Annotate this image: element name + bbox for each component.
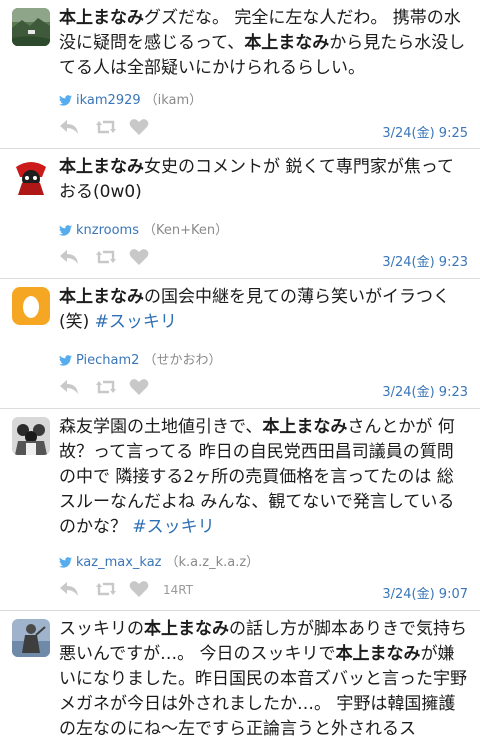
favorite-heart-icon[interactable] (129, 580, 149, 598)
tweet-feed: 本上まなみグズだな。 完全に左な人だわ。 携帯の水没に疑問を感じるって、本上まな… (0, 0, 480, 739)
highlighted-keyword: 本上まなみ (144, 619, 229, 639)
user-avatar[interactable] (12, 619, 50, 657)
twitter-bird-icon (59, 355, 72, 366)
highlighted-keyword: 本上まなみ (335, 644, 421, 664)
user-display-name: （ikam） (144, 93, 203, 108)
tweet-timestamp[interactable]: 3/24(金) 9:23 (382, 381, 468, 400)
retweet-icon[interactable] (95, 118, 117, 136)
twitter-bird-icon (59, 95, 72, 106)
tweet-text-fragment: スッキリの (59, 619, 144, 639)
reply-icon[interactable] (59, 248, 79, 266)
highlighted-keyword: 本上まなみ (59, 157, 144, 177)
tweet-item[interactable]: スッキリの本上まなみの話し方が脚本ありきで気持ち悪いんですが…。 今日のスッキリ… (0, 611, 480, 739)
tweet-text-fragment: 森友学園の土地値引きで、 (59, 417, 263, 437)
favorite-heart-icon[interactable] (129, 248, 149, 266)
tweet-item[interactable]: 本上まなみグズだな。 完全に左な人だわ。 携帯の水没に疑問を感じるって、本上まな… (0, 0, 480, 149)
egg-avatar-icon (12, 287, 50, 325)
user-handle[interactable]: ikam2929 (76, 93, 141, 108)
reply-icon[interactable] (59, 378, 79, 396)
tweet-text: 本上まなみグズだな。 完全に左な人だわ。 携帯の水没に疑問を感じるって、本上まな… (59, 6, 470, 81)
user-display-name: （Ken+Ken） (143, 223, 229, 238)
user-avatar[interactable] (12, 8, 50, 46)
landscape-avatar-icon (12, 8, 50, 46)
user-avatar[interactable] (12, 417, 50, 455)
tweet-text: 森友学園の土地値引きで、本上まなみさんとかが 何故？って言ってる 昨日の自民党西… (59, 415, 470, 540)
group-avatar-icon (12, 417, 50, 455)
user-display-name: （k.a.z_k.a.z） (165, 555, 260, 570)
tweet-timestamp[interactable]: 3/24(金) 9:23 (382, 251, 468, 270)
reply-icon[interactable] (59, 118, 79, 136)
tweet-user[interactable]: Piecham2 （せかおわ） (59, 352, 221, 370)
statue-avatar-icon (12, 619, 50, 657)
retweet-icon[interactable] (95, 580, 117, 598)
retweet-count: 14RT (163, 583, 194, 597)
tweet-item[interactable]: 本上まなみの国会中継を見ての薄ら笑いがイラつく(笑) #スッキリ Piecham… (0, 279, 480, 409)
reply-icon[interactable] (59, 580, 79, 598)
user-handle[interactable]: knzrooms (76, 223, 139, 238)
tweet-user[interactable]: ikam2929 （ikam） (59, 92, 202, 110)
user-handle[interactable]: kaz_max_kaz (76, 555, 162, 570)
highlighted-keyword: 本上まなみ (262, 417, 348, 437)
tweet-user[interactable]: knzrooms （Ken+Ken） (59, 222, 228, 240)
tweet-timestamp[interactable]: 3/24(金) 9:07 (382, 583, 468, 602)
tweet-text: スッキリの本上まなみの話し方が脚本ありきで気持ち悪いんですが…。 今日のスッキリ… (59, 617, 470, 742)
tweet-item[interactable]: 森友学園の土地値引きで、本上まなみさんとかが 何故？って言ってる 昨日の自民党西… (0, 409, 480, 611)
hashtag-link[interactable]: #スッキリ (132, 517, 214, 537)
character-avatar-icon (12, 157, 50, 195)
tweet-item[interactable]: 本上まなみ女史のコメントが 鋭くて専門家が焦っておる(0w0) knzrooms… (0, 149, 480, 279)
tweet-text: 本上まなみ女史のコメントが 鋭くて専門家が焦っておる(0w0) (59, 155, 470, 205)
favorite-heart-icon[interactable] (129, 378, 149, 396)
highlighted-keyword: 本上まなみ (244, 33, 330, 53)
user-display-name: （せかおわ） (143, 353, 222, 368)
hashtag-link[interactable]: #スッキリ (95, 312, 177, 332)
retweet-icon[interactable] (95, 248, 117, 266)
favorite-heart-icon[interactable] (129, 118, 149, 136)
user-avatar[interactable] (12, 287, 50, 325)
tweet-user[interactable]: kaz_max_kaz （k.a.z_k.a.z） (59, 554, 259, 572)
tweet-timestamp[interactable]: 3/24(金) 9:25 (382, 122, 468, 141)
tweet-text: 本上まなみの国会中継を見ての薄ら笑いがイラつく(笑) #スッキリ (59, 285, 470, 335)
highlighted-keyword: 本上まなみ (59, 287, 144, 307)
highlighted-keyword: 本上まなみ (59, 8, 144, 28)
user-handle[interactable]: Piecham2 (76, 353, 139, 368)
user-avatar[interactable] (12, 157, 50, 195)
retweet-icon[interactable] (95, 378, 117, 396)
twitter-bird-icon (59, 225, 72, 236)
twitter-bird-icon (59, 557, 72, 568)
